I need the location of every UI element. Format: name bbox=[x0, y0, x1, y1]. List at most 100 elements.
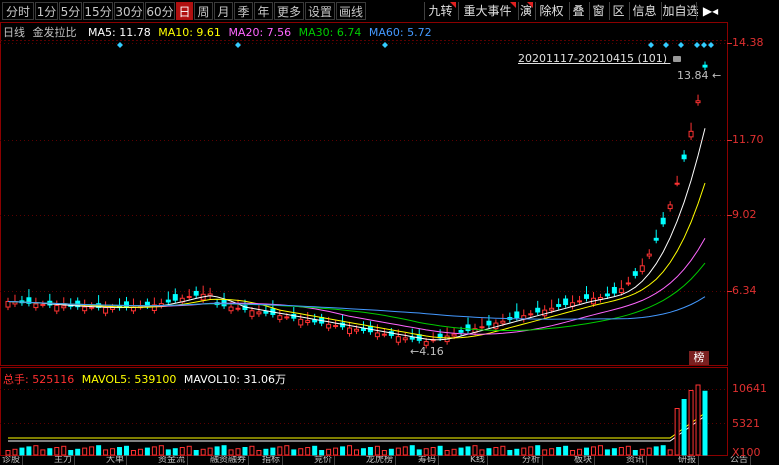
event-diamond-4 bbox=[663, 42, 669, 48]
ma30-value: MA30: 6.74 bbox=[298, 26, 362, 39]
tool-button-0[interactable]: 九转 bbox=[424, 2, 456, 20]
bottom-tab-5[interactable]: 指标 bbox=[260, 456, 284, 465]
volume-bar-64 bbox=[451, 448, 457, 456]
candle-body-78 bbox=[549, 307, 555, 311]
period-tab-8[interactable]: 月 bbox=[214, 2, 233, 20]
event-diamond-2 bbox=[382, 42, 388, 48]
bottom-tab-13[interactable]: 研报 bbox=[676, 456, 700, 465]
volume-total: 总手: 525116 bbox=[3, 373, 75, 386]
volume-bar-34 bbox=[242, 447, 248, 456]
bottom-tab-0[interactable]: 诊股 bbox=[0, 456, 24, 465]
candle-body-54 bbox=[381, 333, 387, 336]
period-tab-13[interactable]: 画线 bbox=[336, 2, 366, 20]
candle-body-76 bbox=[535, 307, 541, 313]
tool-button-8[interactable]: 加自选 bbox=[661, 2, 699, 20]
event-diamond-7 bbox=[701, 42, 707, 48]
tool-button-2[interactable]: 演 bbox=[518, 2, 533, 20]
ma5-value: MA5: 11.78 bbox=[88, 26, 151, 39]
candle-body-86 bbox=[604, 293, 610, 297]
candle-body-70 bbox=[493, 322, 499, 330]
candle-body-51 bbox=[360, 328, 366, 331]
ma60-value: MA60: 5.72 bbox=[368, 26, 432, 39]
high-marker: 13.84 ← bbox=[677, 69, 722, 82]
period-tab-5[interactable]: 60分 bbox=[145, 2, 175, 20]
volume-bar-48 bbox=[340, 446, 346, 456]
tool-button-7[interactable]: 信息 bbox=[629, 2, 659, 20]
bottom-tab-6[interactable]: 竞价 bbox=[312, 456, 336, 465]
bottom-tab-11[interactable]: 板块 bbox=[572, 456, 596, 465]
volume-bar-85 bbox=[597, 445, 603, 456]
volume-bar-80 bbox=[563, 445, 569, 456]
volume-bar-37 bbox=[263, 448, 269, 456]
volume-bar-4 bbox=[33, 445, 39, 456]
candle-body-44 bbox=[312, 319, 318, 323]
kline-chart[interactable] bbox=[0, 0, 779, 465]
tool-button-6[interactable]: 区 bbox=[609, 2, 627, 20]
volume-bar-58 bbox=[409, 445, 415, 456]
tool-button-4[interactable]: 叠 bbox=[569, 2, 587, 20]
period-tab-2[interactable]: 5分 bbox=[59, 2, 82, 20]
volume-bar-9 bbox=[68, 450, 74, 456]
volume-bar-97 bbox=[681, 399, 687, 456]
candle-body-69 bbox=[486, 320, 492, 326]
lock-icon[interactable] bbox=[672, 56, 681, 62]
tool-button-3[interactable]: 除权 bbox=[535, 2, 567, 20]
period-tab-11[interactable]: 更多 bbox=[274, 2, 304, 20]
volume-bar-62 bbox=[437, 445, 443, 456]
volume-bar-31 bbox=[221, 445, 227, 456]
period-tab-6[interactable]: 日 bbox=[176, 2, 193, 20]
volume-bar-89 bbox=[625, 445, 631, 456]
candle-body-39 bbox=[277, 315, 283, 320]
period-tab-9[interactable]: 季 bbox=[234, 2, 253, 20]
volume-bar-88 bbox=[618, 447, 624, 456]
period-tab-7[interactable]: 周 bbox=[194, 2, 213, 20]
volume-bar-40 bbox=[284, 445, 290, 456]
period-tab-10[interactable]: 年 bbox=[254, 2, 273, 20]
candle-body-14 bbox=[103, 307, 109, 314]
volume-bar-18 bbox=[130, 450, 136, 456]
bottom-tab-10[interactable]: 分析 bbox=[520, 456, 544, 465]
bottom-tab-2[interactable]: 大单 bbox=[104, 456, 128, 465]
volume-bar-82 bbox=[577, 448, 583, 456]
bottom-tab-4[interactable]: 融资融券 bbox=[208, 456, 250, 465]
tool-button-5[interactable]: 窗 bbox=[589, 2, 607, 20]
candle-body-56 bbox=[395, 336, 401, 343]
tool-button-1[interactable]: 重大事件 bbox=[458, 2, 516, 20]
volume-bar-3 bbox=[26, 446, 32, 456]
ranking-badge[interactable]: 榜 bbox=[689, 351, 709, 365]
volume-bar-60 bbox=[423, 448, 429, 456]
bottom-tab-1[interactable]: 主力 bbox=[52, 456, 76, 465]
period-tab-4[interactable]: 30分 bbox=[114, 2, 144, 20]
candle-body-53 bbox=[374, 332, 380, 338]
volume-bar-36 bbox=[256, 450, 262, 456]
mavol10-line bbox=[8, 415, 706, 442]
volume-bar-38 bbox=[270, 447, 276, 456]
volume-bar-7 bbox=[54, 447, 60, 456]
indicator-label[interactable]: 金发拉比 bbox=[33, 26, 77, 39]
range-label[interactable]: 20201117-20210415 (101) bbox=[518, 52, 681, 65]
candle-body-92 bbox=[646, 253, 652, 257]
bottom-tab-7[interactable]: 龙虎榜 bbox=[364, 456, 397, 465]
candle-body-33 bbox=[235, 307, 241, 310]
volume-bar-93 bbox=[653, 446, 659, 456]
volume-bar-28 bbox=[200, 448, 206, 456]
period-tab-0[interactable]: 分时 bbox=[2, 2, 34, 20]
candle-body-68 bbox=[479, 326, 485, 329]
candle-body-43 bbox=[305, 320, 311, 323]
play-arrow-icon[interactable]: ▶◂ bbox=[696, 2, 724, 20]
candle-body-99 bbox=[695, 100, 701, 104]
candle-body-50 bbox=[354, 328, 359, 332]
period-tab-12[interactable]: 设置 bbox=[305, 2, 335, 20]
volume-bar-49 bbox=[347, 445, 353, 456]
bottom-tab-12[interactable]: 资讯 bbox=[624, 456, 648, 465]
bottom-tab-9[interactable]: K线 bbox=[468, 456, 488, 465]
period-tab-1[interactable]: 1分 bbox=[35, 2, 58, 20]
bottom-tab-8[interactable]: 筹码 bbox=[416, 456, 440, 465]
mavol10-value: MAVOL10: 31.06万 bbox=[183, 373, 286, 386]
candle-body-73 bbox=[514, 311, 520, 319]
bottom-tab-14[interactable]: 公告 bbox=[728, 456, 752, 465]
candle-body-24 bbox=[172, 294, 178, 301]
bottom-tab-3[interactable]: 资金流 bbox=[156, 456, 189, 465]
period-tab-3[interactable]: 15分 bbox=[83, 2, 113, 20]
high-value: 13.84 bbox=[677, 69, 709, 82]
